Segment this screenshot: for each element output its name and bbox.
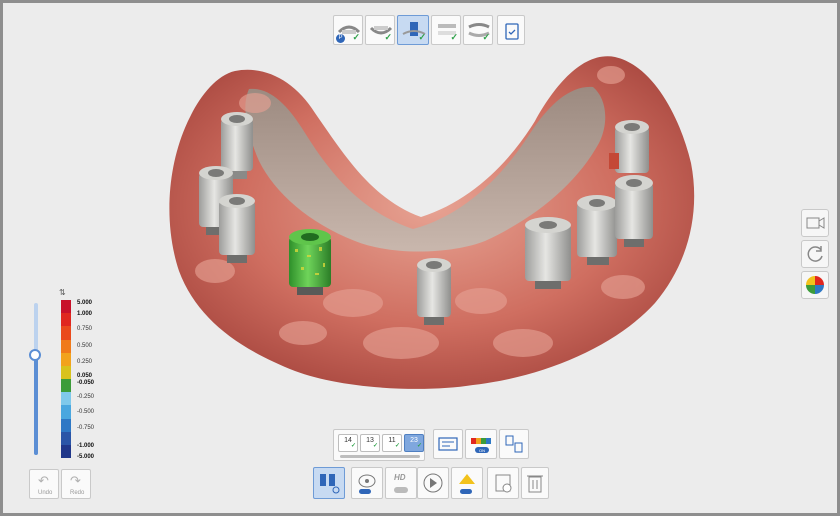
play-button[interactable] <box>417 467 449 499</box>
scan-body-align-icon <box>320 474 340 494</box>
legend-slider-handle[interactable] <box>29 349 41 361</box>
legend-color-segment <box>61 392 71 406</box>
clear-view-button[interactable] <box>487 467 519 499</box>
scan-body-left-3[interactable] <box>219 194 255 263</box>
color-map-toggle-button[interactable]: ON <box>465 429 497 459</box>
check-icon: ✓ <box>482 32 490 42</box>
redo-label: Redo <box>70 490 85 496</box>
eye-toggle-icon <box>358 474 376 494</box>
scan-body-settings-button[interactable] <box>499 429 529 459</box>
legend-color-segment <box>61 352 71 367</box>
step-review-button[interactable] <box>497 15 525 45</box>
step-scan-body-button[interactable]: ✓ <box>397 15 429 45</box>
clipboard-check-icon <box>505 23 519 40</box>
check-icon: ✓ <box>372 443 378 449</box>
hd-label: HD <box>394 473 406 482</box>
color-wheel-icon <box>806 276 824 294</box>
clear-view-icon <box>495 474 512 493</box>
check-icon: ✓ <box>418 32 426 42</box>
color-map-toggle-label: ON <box>479 448 485 453</box>
legend-color-segment <box>61 444 71 459</box>
redo-icon: ↷ <box>70 473 81 488</box>
legend-label: -0.050 <box>77 380 95 386</box>
step-bite-button[interactable]: ✓ <box>463 15 493 45</box>
refresh-icon <box>807 246 823 262</box>
step-occlusion-button[interactable]: ✓ <box>431 15 461 45</box>
check-icon: ✓ <box>352 32 360 42</box>
scan-body-center[interactable] <box>417 258 451 325</box>
legend-label: -0.750 <box>77 425 95 431</box>
play-icon <box>423 473 443 493</box>
color-display-button[interactable] <box>801 271 829 299</box>
scan-body-selected-23[interactable] <box>289 229 331 295</box>
undo-label: Undo <box>38 490 53 496</box>
legend-label: -0.250 <box>77 394 95 400</box>
legend-color-segment <box>61 379 71 393</box>
delete-button[interactable] <box>521 467 549 499</box>
prep-badge: P <box>336 34 345 43</box>
legend-label: 1.000 <box>77 311 93 317</box>
tooth-button-13[interactable]: 13 ✓ <box>360 434 380 452</box>
tooth-scrollbar[interactable] <box>340 455 420 458</box>
undo-button[interactable]: ↶ Undo <box>29 469 59 499</box>
legend-color-segment <box>61 418 71 433</box>
hd-toggle-switch <box>394 487 408 493</box>
app-window: P ✓ ✓ ✓ ✓ ✓ ⇅ 5.000 1.000 0.750 0.500 0.250 0… <box>3 3 837 513</box>
compare-view-button[interactable] <box>433 429 463 459</box>
step-upper-jaw-button[interactable]: P ✓ <box>333 15 363 45</box>
tooth-button-23[interactable]: 23 ✓ <box>404 434 424 452</box>
scan-body-settings-icon <box>505 435 523 453</box>
step-lower-jaw-button[interactable]: ✓ <box>365 15 395 45</box>
compare-view-icon <box>438 437 458 451</box>
legend-color-segment <box>61 339 71 354</box>
hd-toggle-button[interactable]: HD <box>385 467 417 499</box>
scan-body-right-2[interactable] <box>577 195 617 265</box>
legend-label: 0.250 <box>77 359 93 365</box>
check-icon: ✓ <box>394 443 400 449</box>
legend-slider-fill <box>34 355 38 455</box>
legend-label: -5.000 <box>77 454 95 460</box>
check-icon: ✓ <box>350 443 356 449</box>
ai-scan-toggle-button[interactable] <box>451 467 483 499</box>
legend-color-segment <box>61 431 71 446</box>
tooth-selector-panel: 14 ✓ 13 ✓ 11 ✓ 23 ✓ <box>333 429 425 461</box>
redo-button[interactable]: ↷ Redo <box>61 469 91 499</box>
legend-color-bar <box>61 300 71 459</box>
legend-label: 0.500 <box>77 343 93 349</box>
record-video-button[interactable] <box>801 209 829 237</box>
legend-color-segment <box>61 365 71 380</box>
legend-label: 0.050 <box>77 373 93 379</box>
tooth-button-14[interactable]: 14 ✓ <box>338 434 358 452</box>
legend-color-segment <box>61 326 71 340</box>
check-icon: ✓ <box>384 32 392 42</box>
legend-color-segment <box>61 313 71 327</box>
trash-icon <box>527 475 543 493</box>
scan-body-align-button[interactable] <box>313 467 345 499</box>
undo-icon: ↶ <box>38 473 49 488</box>
ai-scan-icon <box>459 474 475 494</box>
scan-body-right-3[interactable] <box>615 175 653 247</box>
video-camera-icon <box>806 217 825 229</box>
legend-color-segment <box>61 405 71 419</box>
reset-view-button[interactable] <box>801 240 829 268</box>
scan-body-right-1[interactable] <box>525 217 571 289</box>
legend-label: -0.500 <box>77 409 95 415</box>
legend-color-segment <box>61 300 71 314</box>
legend-label: -1.000 <box>77 443 95 449</box>
check-icon: ✓ <box>416 443 422 449</box>
legend-label: 0.750 <box>77 326 93 332</box>
visibility-toggle-button[interactable] <box>351 467 383 499</box>
check-icon: ✓ <box>450 32 458 42</box>
legend-label: 5.000 <box>77 300 93 306</box>
legend-settings-icon[interactable]: ⇅ <box>59 288 66 297</box>
tooth-button-11[interactable]: 11 ✓ <box>382 434 402 452</box>
